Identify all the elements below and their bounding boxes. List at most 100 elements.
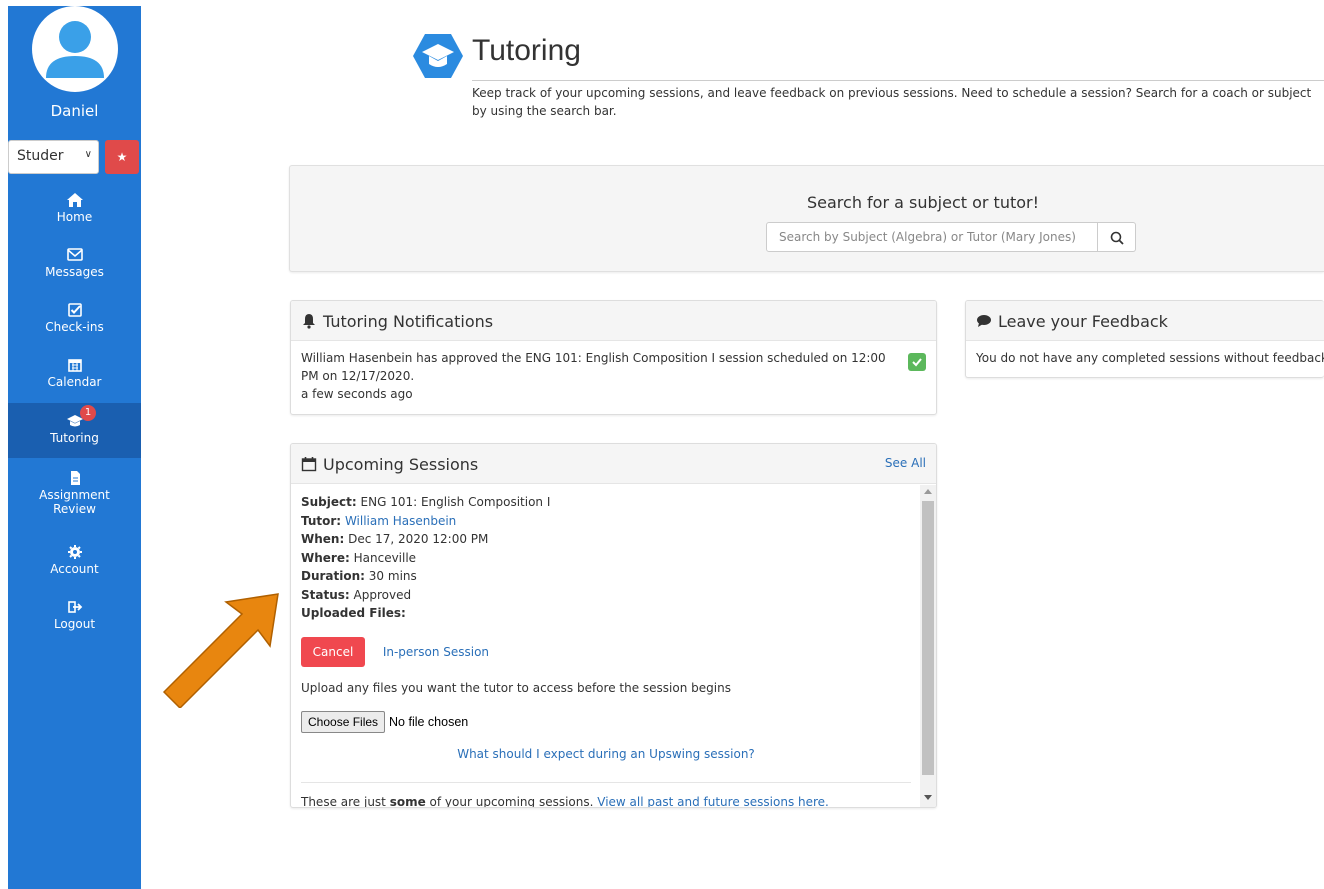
feedback-message: You do not have any completed sessions w…: [976, 351, 1324, 365]
session-tutor: Tutor: William Hasenbein: [301, 512, 911, 531]
search-panel: Search for a subject or tutor!: [289, 165, 1324, 272]
field-value: Hanceville: [353, 550, 417, 565]
notification-item: William Hasenbein has approved the ENG 1…: [291, 341, 936, 411]
file-icon: [70, 471, 80, 485]
divider: [301, 781, 911, 783]
field-value: Dec 17, 2020 12:00 PM: [348, 532, 489, 546]
scroll-up-arrow-icon[interactable]: [924, 489, 932, 494]
calendar-icon: [67, 359, 82, 372]
no-file-status: No file chosen: [389, 715, 469, 729]
in-person-session-link[interactable]: In-person Session: [383, 643, 489, 662]
field-label: Where:: [301, 550, 350, 565]
role-select-value: Studer: [17, 148, 64, 164]
gear-icon: [67, 545, 82, 559]
chevron-down-icon: ∨: [84, 149, 92, 160]
role-select[interactable]: Studer ∨: [8, 140, 99, 174]
sidebar-item-label-line1: Assignment: [39, 488, 110, 502]
footer-text: These are just: [301, 794, 390, 808]
home-icon: [66, 193, 83, 207]
see-all-link[interactable]: See All: [885, 456, 926, 470]
search-input[interactable]: [766, 222, 1098, 252]
field-label: Subject:: [301, 495, 357, 509]
page-title: Tutoring: [472, 34, 581, 67]
user-avatar-icon: [46, 21, 104, 78]
field-value: Approved: [353, 587, 412, 602]
bell-icon: [303, 314, 315, 329]
scroll-down-arrow-icon[interactable]: [924, 795, 932, 800]
sidebar-item-check-ins[interactable]: Check-ins: [8, 302, 141, 346]
view-all-sessions-link[interactable]: View all past and future sessions here.: [597, 795, 829, 808]
notification-time: a few seconds ago: [301, 387, 413, 401]
session-actions: Cancel In-person Session: [301, 636, 911, 669]
field-value: ENG 101: English Composition I: [360, 495, 551, 509]
what-to-expect-link[interactable]: What should I expect during an Upswing s…: [301, 745, 911, 764]
sidebar-item-tutoring[interactable]: 1 Tutoring: [8, 403, 141, 458]
sidebar-item-calendar[interactable]: Calendar: [8, 357, 141, 401]
sidebar-item-label: Check-ins: [45, 320, 104, 334]
sidebar-item-label: Logout: [53, 617, 96, 631]
check-icon: [912, 358, 922, 367]
sidebar-item-logout[interactable]: Logout: [8, 599, 141, 643]
sessions-scrollbar[interactable]: [920, 485, 936, 807]
leave-feedback-card: Leave your Feedback You do not have any …: [965, 300, 1324, 378]
session-when: When: Dec 17, 2020 12:00 PM: [301, 530, 911, 549]
envelope-icon: [66, 248, 83, 261]
logout-icon: [67, 601, 82, 613]
avatar[interactable]: [32, 6, 118, 92]
search-heading: Search for a subject or tutor!: [806, 193, 1040, 212]
session-status: Status: Approved: [301, 586, 911, 605]
field-label: Tutor:: [301, 513, 342, 528]
sidebar-item-account[interactable]: Account: [8, 544, 141, 588]
header-divider: [472, 80, 1324, 81]
sidebar-item-label-line2: Review: [53, 502, 96, 516]
scroll-thumb[interactable]: [922, 501, 934, 775]
cancel-session-button[interactable]: Cancel: [301, 636, 365, 667]
calendar-icon: [301, 457, 317, 472]
session-duration: Duration: 30 mins: [301, 567, 911, 586]
notification-badge: 1: [80, 405, 96, 421]
field-label: Duration:: [301, 569, 365, 583]
session-details: Subject: ENG 101: English Composition I …: [291, 485, 921, 808]
upcoming-sessions-card: Upcoming Sessions See All Subject: ENG 1…: [290, 443, 937, 808]
card-header: Upcoming Sessions See All: [291, 444, 936, 484]
acknowledge-button[interactable]: [908, 353, 926, 371]
sidebar-item-label: Calendar: [47, 375, 102, 389]
card-title: Upcoming Sessions: [323, 455, 479, 474]
sidebar-item-label: Account: [50, 562, 99, 576]
annotation-arrow-icon: [162, 593, 279, 708]
session-subject: Subject: ENG 101: English Composition I: [301, 493, 911, 512]
sidebar-item-label: Messages: [45, 265, 104, 279]
search-button[interactable]: [1098, 222, 1136, 252]
sessions-footer: These are just some of your upcoming ses…: [301, 793, 911, 808]
field-label: When:: [301, 532, 345, 546]
card-header: Leave your Feedback: [966, 301, 1324, 341]
file-upload: Choose Files No file chosen: [301, 711, 911, 733]
tutoring-logo-icon: [413, 34, 463, 78]
page-description: Keep track of your upcoming sessions, an…: [472, 86, 1312, 118]
username: Daniel: [50, 102, 99, 120]
sidebar-item-messages[interactable]: Messages: [8, 247, 141, 291]
field-value: 30 mins: [368, 569, 417, 583]
card-title: Tutoring Notifications: [323, 312, 494, 331]
search-icon: [1110, 231, 1124, 245]
sidebar-item-label: Tutoring: [50, 431, 99, 445]
card-title: Leave your Feedback: [998, 312, 1168, 331]
sidebar-item-assignment-review[interactable]: Assignment Review: [8, 470, 141, 526]
footer-emphasis: some: [389, 794, 426, 808]
field-label: Status:: [301, 587, 350, 602]
comment-icon: [977, 315, 991, 327]
sidebar-item-label: Home: [56, 210, 93, 224]
sidebar-item-home[interactable]: Home: [8, 192, 141, 236]
notification-message: William Hasenbein has approved the ENG 1…: [301, 351, 886, 383]
card-header: Tutoring Notifications: [291, 301, 936, 341]
check-square-icon: [67, 303, 82, 317]
session-where: Where: Hanceville: [301, 549, 911, 568]
upload-instructions: Upload any files you want the tutor to a…: [301, 680, 731, 695]
sidebar: Daniel Studer ∨ ★ Home Messages Check-in…: [8, 6, 141, 889]
footer-text: of your upcoming sessions.: [425, 794, 598, 808]
tutor-link[interactable]: William Hasenbein: [345, 514, 456, 528]
tutoring-notifications-card: Tutoring Notifications William Hasenbein…: [290, 300, 937, 415]
uploaded-files-label: Uploaded Files:: [301, 606, 406, 620]
favorite-star-button[interactable]: ★: [105, 140, 139, 174]
choose-files-button[interactable]: Choose Files: [301, 711, 386, 733]
